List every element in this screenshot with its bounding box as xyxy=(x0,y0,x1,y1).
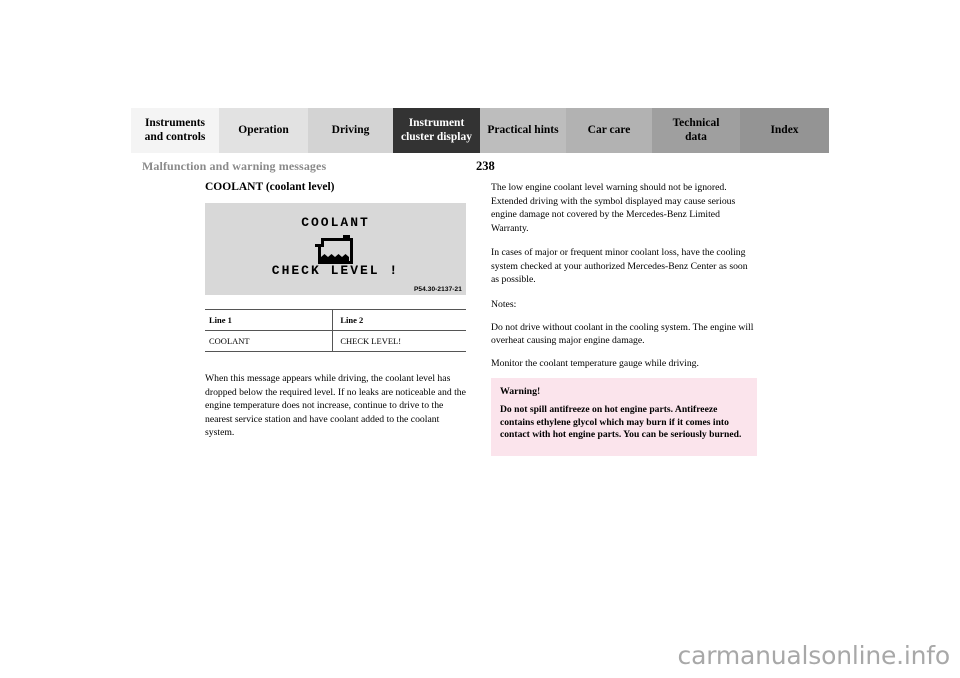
watermark: carmanualsonline.info xyxy=(677,641,951,670)
instrument-cluster-figure: COOLANT CHECK LEVEL ! P54.30-2137-21 xyxy=(205,203,466,295)
table-header-line1: Line 1 xyxy=(205,309,333,331)
nav-tab-instrument-cluster-display[interactable]: Instrument cluster display xyxy=(393,108,480,153)
section-heading: COOLANT (coolant level) xyxy=(205,181,335,193)
display-top-label: COOLANT xyxy=(301,215,370,230)
warning-box: Warning! Do not spill antifreeze on hot … xyxy=(491,378,757,456)
left-column: COOLANT (coolant level) COOLANT CHECK LE… xyxy=(205,181,466,450)
table-cell-line1-value: COOLANT xyxy=(205,330,333,352)
right-paragraph-1: The low engine coolant level warning sho… xyxy=(491,182,736,234)
right-paragraph-2: In cases of major or frequent minor cool… xyxy=(491,247,748,286)
nav-tab-index[interactable]: Index xyxy=(740,108,829,153)
table-header-row: Line 1 Line 2 xyxy=(205,309,466,331)
nav-tab-instruments-and-controls[interactable]: Instruments and controls xyxy=(131,108,219,153)
page-number: 238 xyxy=(476,159,495,173)
nav-tab-operation[interactable]: Operation xyxy=(219,108,308,153)
table-row: COOLANT CHECK LEVEL! xyxy=(205,330,466,352)
section-nav-tabs: Instruments and controls Operation Driving… xyxy=(131,108,829,153)
notes-label: Notes: xyxy=(491,299,517,311)
note-item-1: Do not drive without coolant in the cool… xyxy=(491,321,754,347)
warning-body: Do not spill antifreeze on hot engine pa… xyxy=(500,404,742,441)
note-item-2: Monitor the coolant temperature gauge wh… xyxy=(491,357,699,369)
nav-tab-practical-hints[interactable]: Practical hints xyxy=(480,108,566,153)
figure-caption: P54.30-2137-21 xyxy=(413,286,462,293)
message-lines-table: Line 1 Line 2 COOLANT CHECK LEVEL! xyxy=(205,309,466,352)
coolant-reservoir-icon xyxy=(314,235,353,264)
right-column: The low engine coolant level warning sho… xyxy=(491,181,757,402)
nav-tab-technical-data[interactable]: Technical data xyxy=(652,108,740,153)
warning-title: Warning! xyxy=(500,386,541,397)
left-body-paragraph: When this message appears while driving,… xyxy=(205,373,466,439)
table-header-line2: Line 2 xyxy=(332,309,466,331)
display-bottom-label: CHECK LEVEL ! xyxy=(271,263,400,278)
running-head: Malfunction and warning messages xyxy=(142,159,327,173)
table-cell-line2-value: CHECK LEVEL! xyxy=(332,330,466,352)
nav-tab-driving[interactable]: Driving xyxy=(308,108,393,153)
nav-tab-car-care[interactable]: Car care xyxy=(566,108,652,153)
